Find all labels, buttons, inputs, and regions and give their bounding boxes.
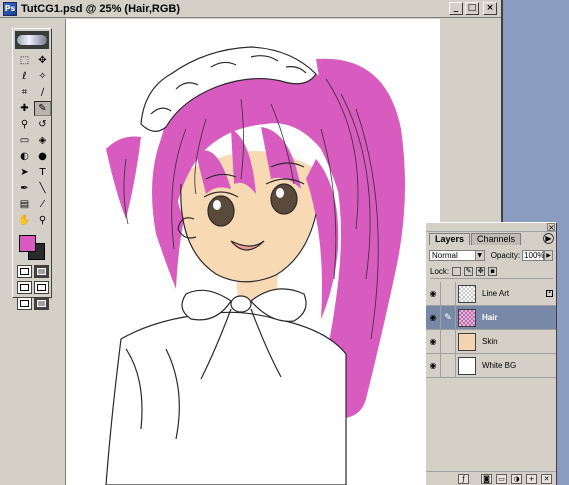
visibility-eye-icon[interactable]: ◉	[426, 305, 441, 330]
layer-link-slot[interactable]	[441, 353, 456, 378]
add-mask-button[interactable]: ◙	[481, 473, 492, 484]
palette-titlebar[interactable]: ×	[426, 223, 556, 232]
color-swatches	[16, 232, 48, 262]
fullscreen-button[interactable]	[17, 297, 32, 310]
lock-all-checkbox[interactable]: ▪	[488, 267, 498, 276]
lock-icon: ▪	[546, 290, 553, 297]
magic-wand-tool-icon[interactable]: ✧	[34, 69, 51, 84]
layer-row[interactable]: ◉ Skin	[426, 329, 556, 354]
delete-layer-button[interactable]: ✕	[541, 473, 552, 484]
layer-thumbnail	[458, 308, 476, 327]
layer-link-slot[interactable]	[441, 329, 456, 354]
lasso-tool-icon[interactable]: ℓ	[16, 69, 33, 84]
palette-close-button[interactable]: ×	[547, 223, 555, 232]
layer-row[interactable]: ◉ ✎ Hair	[426, 305, 556, 330]
eraser-tool-icon[interactable]: ▭	[16, 133, 33, 148]
palette-menu-icon[interactable]: ▶	[543, 233, 554, 244]
outfit-lineart	[105, 288, 347, 485]
opacity-slider-button[interactable]: ▶	[544, 249, 553, 261]
blend-row: Normal ▼ Opacity: 100% ▶	[429, 249, 553, 261]
eyedropper-tool-icon[interactable]: ⁄	[34, 197, 51, 212]
dodge-tool-icon[interactable]: ◐	[16, 149, 33, 164]
layer-row[interactable]: ◉ White BG	[426, 353, 556, 378]
slice-tool-icon[interactable]: ∕	[34, 85, 51, 100]
minimize-button[interactable]: _	[449, 2, 463, 15]
lock-image-checkbox[interactable]: ✎	[464, 267, 474, 276]
path-selection-tool-icon[interactable]: ➤	[16, 165, 33, 180]
visibility-eye-icon[interactable]: ◉	[426, 329, 441, 354]
layer-name: White BG	[482, 361, 517, 370]
layer-name: Line Art	[482, 289, 510, 298]
new-layer-button[interactable]: +	[526, 473, 537, 484]
line-tool-icon[interactable]: ╲	[34, 181, 51, 196]
zoom-tool-icon[interactable]: ⚲	[34, 213, 51, 228]
pen-tool-icon[interactable]: ✒	[16, 181, 33, 196]
lock-label: Lock:	[430, 267, 450, 276]
artwork	[105, 46, 405, 485]
brush-tool-icon[interactable]: ✎	[34, 101, 51, 116]
lock-row: Lock: ✎ ✥ ▪	[430, 267, 553, 279]
notes-tool-icon[interactable]: ▤	[16, 197, 33, 212]
history-brush-tool-icon[interactable]: ↺	[34, 117, 51, 132]
blend-mode-value: Normal	[432, 250, 458, 260]
type-tool-icon[interactable]: T	[34, 165, 51, 180]
marquee-tool-icon[interactable]: ⬚	[16, 53, 33, 68]
close-button[interactable]: ×	[483, 2, 497, 15]
layer-name: Hair	[482, 313, 498, 322]
window-controls: _ □ ×	[449, 2, 497, 15]
new-set-button[interactable]: ▭	[496, 473, 507, 484]
visibility-eye-icon[interactable]: ◉	[426, 281, 441, 306]
toolbox-header[interactable]	[15, 31, 49, 49]
document-titlebar[interactable]: Ps TutCG1.psd @ 25% (Hair,RGB) _ □ ×	[0, 0, 501, 18]
document-title: TutCG1.psd @ 25% (Hair,RGB)	[21, 2, 181, 15]
layer-name: Skin	[482, 337, 498, 346]
paintbrush-icon[interactable]: ✎	[441, 305, 456, 330]
lock-position-checkbox[interactable]: ✥	[476, 267, 486, 276]
layer-style-button[interactable]: ƒ	[458, 473, 469, 484]
chevron-down-icon: ▼	[474, 250, 484, 260]
standard-screen-button[interactable]	[17, 281, 32, 294]
jump-to-imageready-button[interactable]	[34, 297, 49, 310]
quickmask-mode-button[interactable]	[34, 265, 49, 278]
hand-tool-icon[interactable]: ✋	[16, 213, 33, 228]
screen-mode-row	[17, 281, 51, 294]
layer-link-slot[interactable]	[441, 281, 456, 306]
tab-layers[interactable]: Layers	[429, 233, 471, 245]
tool-grid: ⬚ ✥ ℓ ✧ ⌗ ∕ ✚ ✎ ⚲ ↺ ▭ ◈ ◐ ● ➤ T ✒ ╲ ▤ ⁄ ✋ ⚲	[16, 53, 51, 228]
paint-bucket-tool-icon[interactable]: ◈	[34, 133, 51, 148]
layer-thumbnail	[458, 356, 476, 375]
adobe-eye-icon	[17, 35, 47, 45]
blend-mode-select[interactable]: Normal ▼	[429, 249, 485, 261]
maximize-button[interactable]: □	[465, 2, 479, 15]
palette-tabs: Layers Channels ▶	[426, 232, 556, 245]
crop-tool-icon[interactable]: ⌗	[16, 85, 33, 100]
clone-stamp-tool-icon[interactable]: ⚲	[16, 117, 33, 132]
healing-brush-tool-icon[interactable]: ✚	[16, 101, 33, 116]
palette-footer: ƒ ◙ ▭ ◑ + ✕	[426, 471, 556, 485]
mask-mode-row	[17, 265, 51, 278]
blur-tool-icon[interactable]: ●	[34, 149, 51, 164]
standard-mode-button[interactable]	[17, 265, 32, 278]
lock-transparency-checkbox[interactable]	[452, 267, 462, 276]
new-adjustment-layer-button[interactable]: ◑	[511, 473, 522, 484]
jump-row	[17, 297, 51, 310]
layers-palette: × Layers Channels ▶ Normal ▼ Opacity: 10…	[425, 222, 557, 485]
opacity-input[interactable]: 100%	[522, 249, 545, 261]
layer-thumbnail	[458, 332, 476, 351]
layer-row[interactable]: ◉ Line Art ▪	[426, 281, 556, 306]
toolbox-palette: ⬚ ✥ ℓ ✧ ⌗ ∕ ✚ ✎ ⚲ ↺ ▭ ◈ ◐ ● ➤ T ✒ ╲ ▤ ⁄ ✋ ⚲	[12, 28, 52, 310]
foreground-color-swatch[interactable]	[19, 235, 36, 252]
opacity-label: Opacity:	[490, 250, 521, 260]
layer-thumbnail	[458, 284, 476, 303]
layers-list: ◉ Line Art ▪ ◉ ✎ Hair ◉ Skin ◉ White BG	[426, 281, 556, 378]
image-canvas[interactable]	[65, 19, 440, 485]
fullscreen-menubar-button[interactable]	[34, 281, 49, 294]
visibility-eye-icon[interactable]: ◉	[426, 353, 441, 378]
move-tool-icon[interactable]: ✥	[34, 53, 51, 68]
photoshop-app-icon: Ps	[3, 1, 17, 16]
tab-channels[interactable]: Channels	[471, 233, 522, 245]
